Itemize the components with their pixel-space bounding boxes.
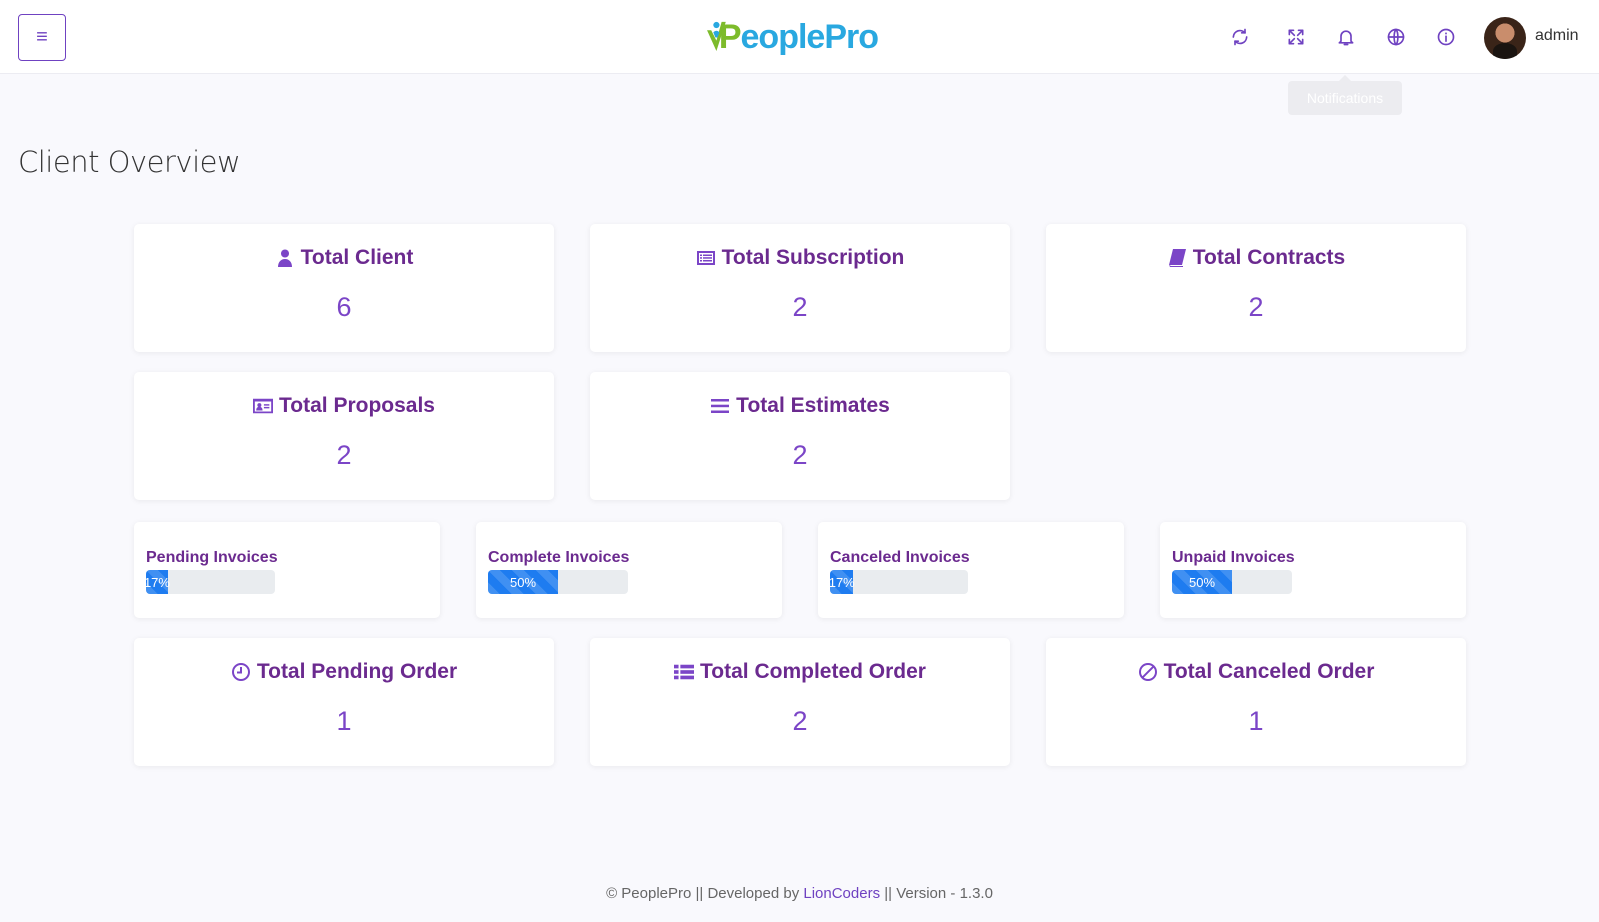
invoice-label: Canceled Invoices: [830, 549, 970, 566]
info-icon[interactable]: [1435, 26, 1457, 48]
card-title: Total Client: [134, 246, 554, 270]
total-completed-order-card[interactable]: Total Completed Order 2: [590, 638, 1010, 766]
total-contracts-card[interactable]: Total Contracts 2: [1046, 224, 1466, 352]
card-title: Total Proposals: [134, 394, 554, 418]
page-title: Client Overview: [18, 145, 241, 179]
card-value: 2: [792, 292, 808, 322]
liongcoders-link[interactable]: LionCoders: [803, 885, 880, 902]
card-title: Total Canceled Order: [1046, 660, 1466, 684]
invoice-progress-bar: 50%: [488, 570, 628, 594]
menu-toggle-button[interactable]: ≡: [18, 14, 66, 61]
top-navbar: ≡ PeoplePro admin: [0, 0, 1599, 74]
card-title-text: Total Proposals: [279, 394, 435, 417]
unpaid-invoices-card[interactable]: Unpaid Invoices 50%: [1160, 522, 1466, 618]
clock-icon: [231, 663, 250, 681]
card-title-text: Total Estimates: [736, 394, 890, 417]
invoice-progress-fill: 17%: [146, 570, 170, 594]
total-subscription-card[interactable]: Total Subscription 2: [590, 224, 1010, 352]
logo-text: PeoplePro: [718, 17, 879, 56]
total-proposals-card[interactable]: Total Proposals 2: [134, 372, 554, 500]
card-title: Total Contracts: [1046, 246, 1466, 270]
card-value: 2: [792, 440, 808, 470]
invoice-label: Unpaid Invoices: [1172, 549, 1295, 566]
refresh-icon[interactable]: [1229, 26, 1251, 48]
complete-invoices-card[interactable]: Complete Invoices 50%: [476, 522, 782, 618]
card-value: 2: [1248, 292, 1264, 322]
invoice-progress-bar: 17%: [830, 570, 968, 594]
card-title: Total Estimates: [590, 394, 1010, 418]
notifications-tooltip: Notifications: [1288, 75, 1402, 115]
footer-suffix: || Version - 1.3.0: [884, 885, 993, 902]
card-title-text: Total Pending Order: [256, 660, 458, 683]
tooltip-text: Notifications: [1306, 90, 1384, 106]
total-canceled-order-card[interactable]: Total Canceled Order 1: [1046, 638, 1466, 766]
invoice-label: Pending Invoices: [146, 549, 278, 566]
invoice-progress-bar: 17%: [146, 570, 275, 594]
avatar[interactable]: [1484, 17, 1526, 59]
card-value: 2: [792, 706, 808, 736]
footer-prefix: © PeoplePro || Developed by: [606, 885, 800, 902]
notification-bell-icon[interactable]: [1335, 26, 1357, 48]
invoice-progress-fill: 50%: [1172, 570, 1232, 594]
peoplepro-logo[interactable]: PeoplePro: [706, 2, 879, 72]
card-value: 1: [336, 706, 352, 736]
card-value: 6: [336, 292, 352, 322]
ban-icon: [1138, 663, 1157, 681]
card-value: 2: [336, 440, 352, 470]
globe-icon[interactable]: [1385, 26, 1407, 48]
user-name[interactable]: admin: [1535, 27, 1579, 45]
book-icon: [1168, 249, 1186, 267]
card-title: Total Completed Order: [590, 660, 1010, 684]
card-title: Total Subscription: [590, 246, 1010, 270]
user-icon: [277, 249, 292, 267]
card-title-text: Total Canceled Order: [1163, 660, 1375, 683]
card-title: Total Pending Order: [134, 660, 554, 684]
invoice-progress-bar: 50%: [1172, 570, 1292, 594]
id-card-icon: [253, 398, 273, 414]
hamburger-icon: ≡: [36, 26, 48, 48]
invoice-label: Complete Invoices: [488, 549, 630, 566]
bars-icon: [711, 399, 730, 413]
card-value: 1: [1248, 706, 1264, 736]
canceled-invoices-card[interactable]: Canceled Invoices 17%: [818, 522, 1124, 618]
fullscreen-icon[interactable]: [1285, 26, 1307, 48]
card-title-text: Total Client: [300, 246, 414, 269]
invoice-progress-fill: 17%: [830, 570, 855, 594]
total-estimates-card[interactable]: Total Estimates 2: [590, 372, 1010, 500]
total-client-card[interactable]: Total Client 6: [134, 224, 554, 352]
list-alt-icon: [696, 251, 715, 265]
pending-invoices-card[interactable]: Pending Invoices 17%: [134, 522, 440, 618]
total-pending-order-card[interactable]: Total Pending Order 1: [134, 638, 554, 766]
card-title-text: Total Completed Order: [700, 660, 926, 683]
footer: © PeoplePro || Developed by LionCoders |…: [0, 885, 1599, 902]
card-title-text: Total Contracts: [1192, 246, 1346, 269]
invoice-progress-fill: 50%: [488, 570, 558, 594]
th-list-icon: [674, 664, 695, 680]
card-title-text: Total Subscription: [721, 246, 905, 269]
